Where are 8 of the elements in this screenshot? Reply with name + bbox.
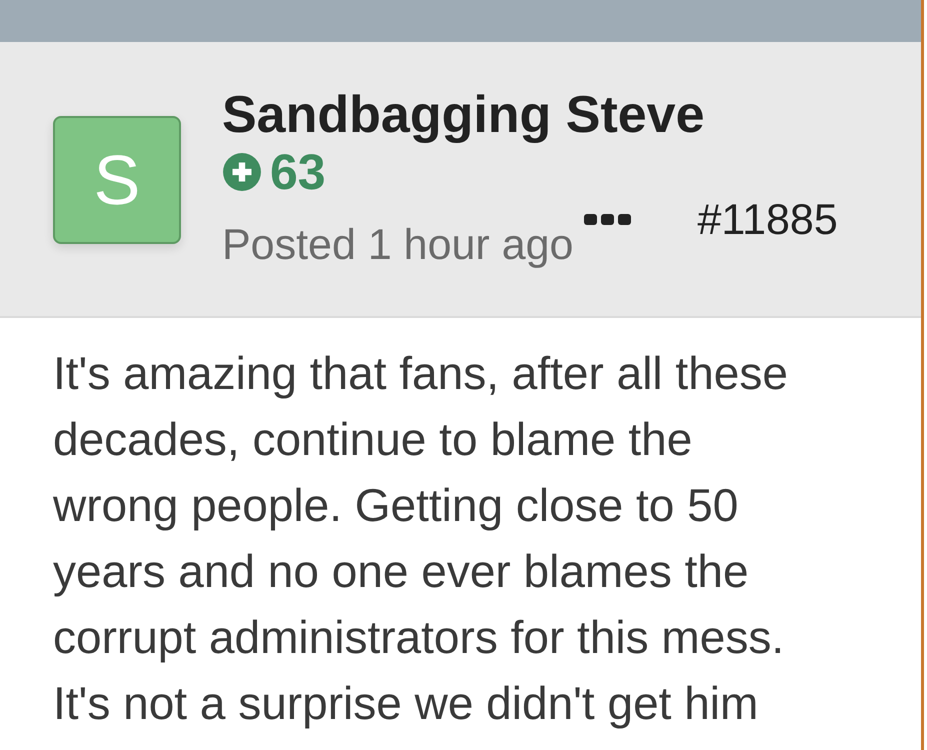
reputation-count: 63 (270, 144, 326, 200)
post-time: Posted 1 hour ago (222, 220, 574, 271)
post-number[interactable]: #11885 (697, 194, 838, 246)
author-name[interactable]: Sandbagging Steve (222, 86, 838, 144)
post-body: It's amazing that fans, after all these decades, continue to blame the wrong people. Getting close to 50 years and no one ever blames the corrupt administrators for this mess. It's not a surprise we didn't get him (52, 346, 789, 731)
avatar: S (53, 116, 181, 244)
plus-icon (222, 152, 262, 192)
more-icon[interactable] (583, 212, 634, 226)
